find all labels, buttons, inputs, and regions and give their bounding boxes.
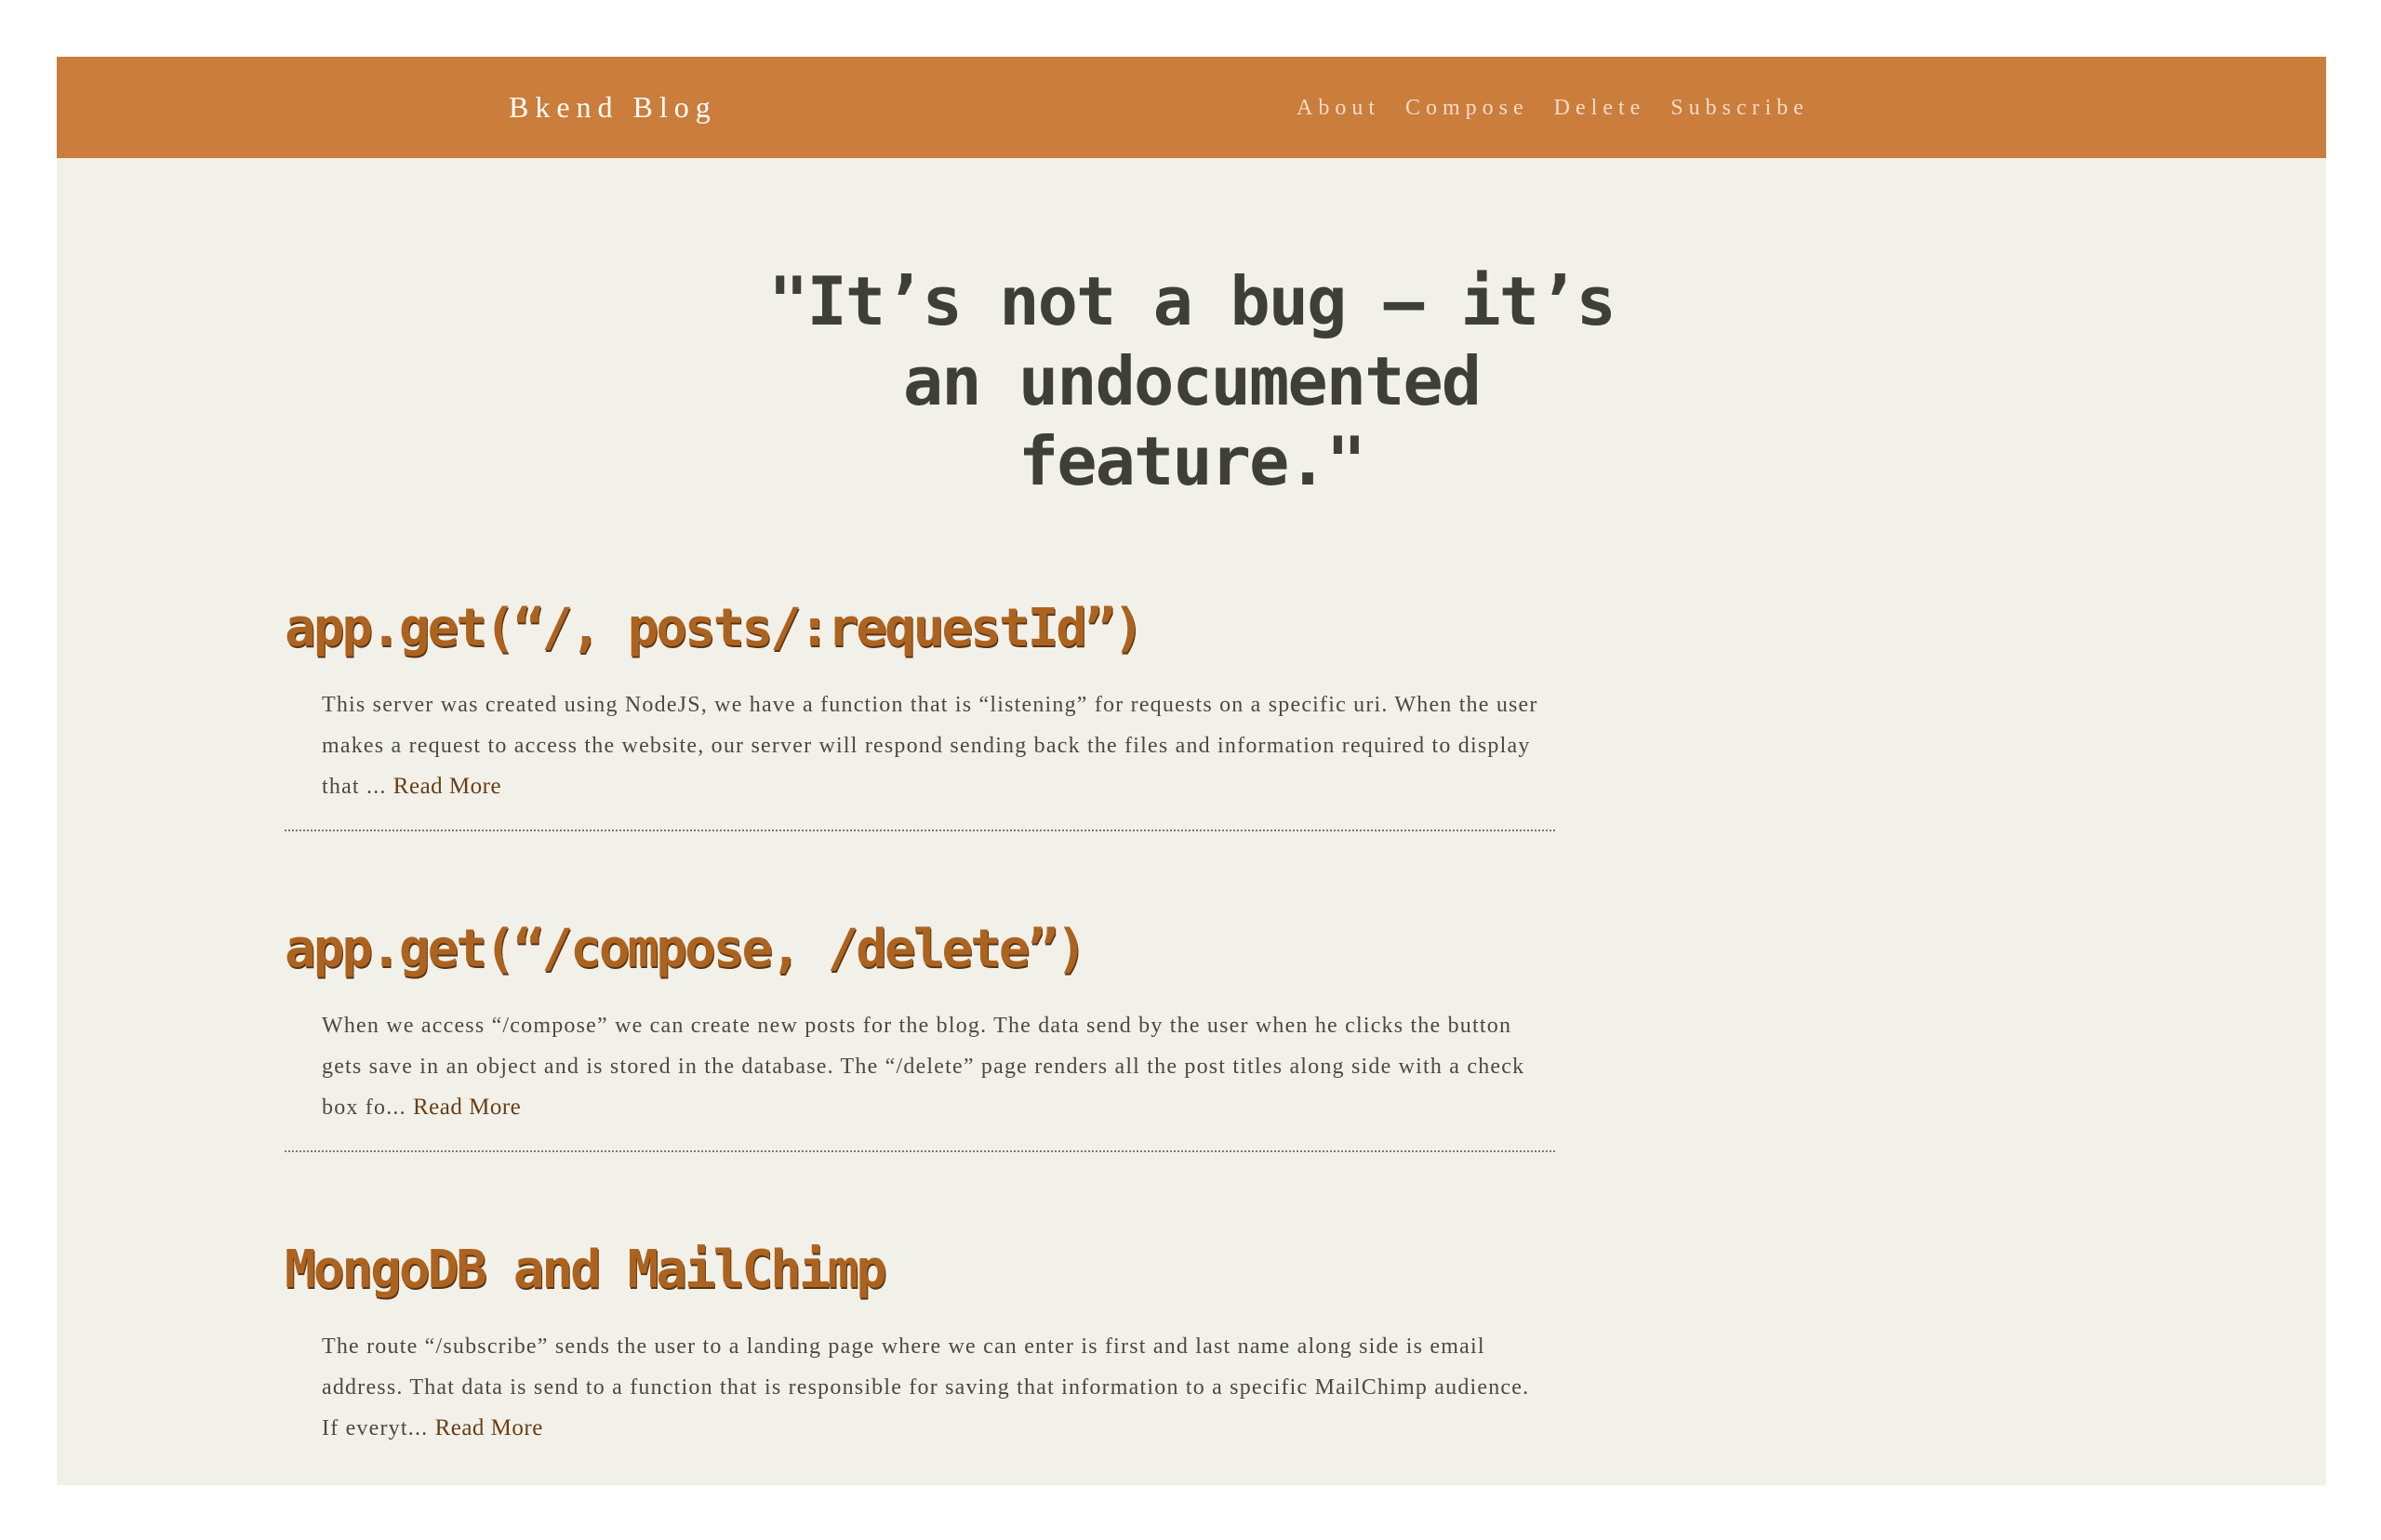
nav-compose-link[interactable]: Compose	[1405, 94, 1529, 122]
post-item: MongoDB and MailChimp The route “/subscr…	[285, 1233, 1555, 1449]
post-title[interactable]: app.get(“/compose, /delete”)	[285, 912, 1555, 987]
post-excerpt: When we access “/compose” we can create …	[322, 1005, 1550, 1128]
post-title[interactable]: MongoDB and MailChimp	[285, 1233, 1555, 1308]
page-frame: Bkend Blog About Compose Delete Subscrib…	[57, 57, 2326, 1485]
post-excerpt-text: This server was created using NodeJS, we…	[322, 693, 1538, 799]
posts-list: app.get(“/, posts/:requestId”) This serv…	[285, 591, 1555, 1449]
nav-subscribe-link[interactable]: Subscribe	[1670, 94, 1809, 122]
read-more-link[interactable]: Read More	[435, 1415, 543, 1440]
nav-about-link[interactable]: About	[1297, 94, 1380, 122]
post-excerpt: This server was created using NodeJS, we…	[322, 684, 1550, 807]
read-more-link[interactable]: Read More	[393, 774, 501, 799]
nav-links: About Compose Delete Subscribe	[1297, 94, 1809, 122]
post-item: app.get(“/compose, /delete”) When we acc…	[285, 912, 1555, 1152]
post-item: app.get(“/, posts/:requestId”) This serv…	[285, 591, 1555, 831]
nav-delete-link[interactable]: Delete	[1554, 94, 1646, 122]
post-divider	[285, 1150, 1555, 1152]
post-divider	[285, 830, 1555, 831]
post-title[interactable]: app.get(“/, posts/:requestId”)	[285, 591, 1555, 666]
read-more-link[interactable]: Read More	[413, 1095, 521, 1120]
post-excerpt: The route “/subscribe” sends the user to…	[322, 1326, 1550, 1449]
hero-quote: "It’s not a bug — it’s an undocumented f…	[768, 262, 1616, 500]
hero: "It’s not a bug — it’s an undocumented f…	[57, 261, 2326, 501]
navbar: Bkend Blog About Compose Delete Subscrib…	[57, 57, 2326, 158]
brand-link[interactable]: Bkend Blog	[509, 88, 717, 126]
